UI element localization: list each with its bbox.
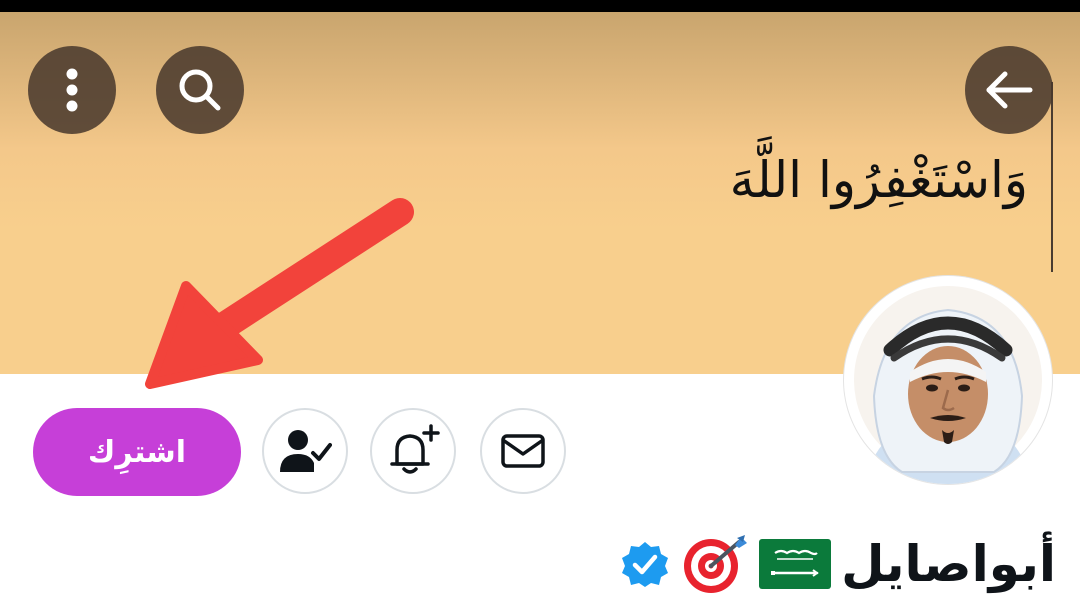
arrow-left-icon <box>986 71 1033 109</box>
subscribe-button[interactable]: اشترِك <box>33 408 241 496</box>
profile-avatar[interactable] <box>844 276 1052 484</box>
profile-page: وَاسْتَغْفِرُوا اللَّهَ اشترِك أبواصايل <box>0 0 1080 606</box>
banner-divider <box>1051 82 1053 272</box>
following-button[interactable] <box>262 408 348 494</box>
notifications-button[interactable] <box>370 408 456 494</box>
back-button[interactable] <box>965 46 1053 134</box>
profile-name-row: أبواصايل <box>621 524 1056 604</box>
target-dart-icon <box>684 535 748 593</box>
message-button[interactable] <box>480 408 566 494</box>
person-check-icon <box>280 430 332 472</box>
status-strip <box>0 0 1080 12</box>
bell-plus-icon <box>390 424 440 474</box>
more-vertical-icon <box>66 68 78 112</box>
saudi-flag-icon <box>759 539 832 589</box>
verified-badge-icon <box>622 542 669 587</box>
more-options-button[interactable] <box>28 46 116 134</box>
profile-name: أبواصايل <box>841 535 1056 593</box>
avatar-portrait <box>854 286 1042 484</box>
search-icon <box>179 69 221 111</box>
search-button[interactable] <box>156 46 244 134</box>
banner-text: وَاسْتَغْفِرُوا اللَّهَ <box>729 151 1028 209</box>
envelope-icon <box>501 434 545 468</box>
